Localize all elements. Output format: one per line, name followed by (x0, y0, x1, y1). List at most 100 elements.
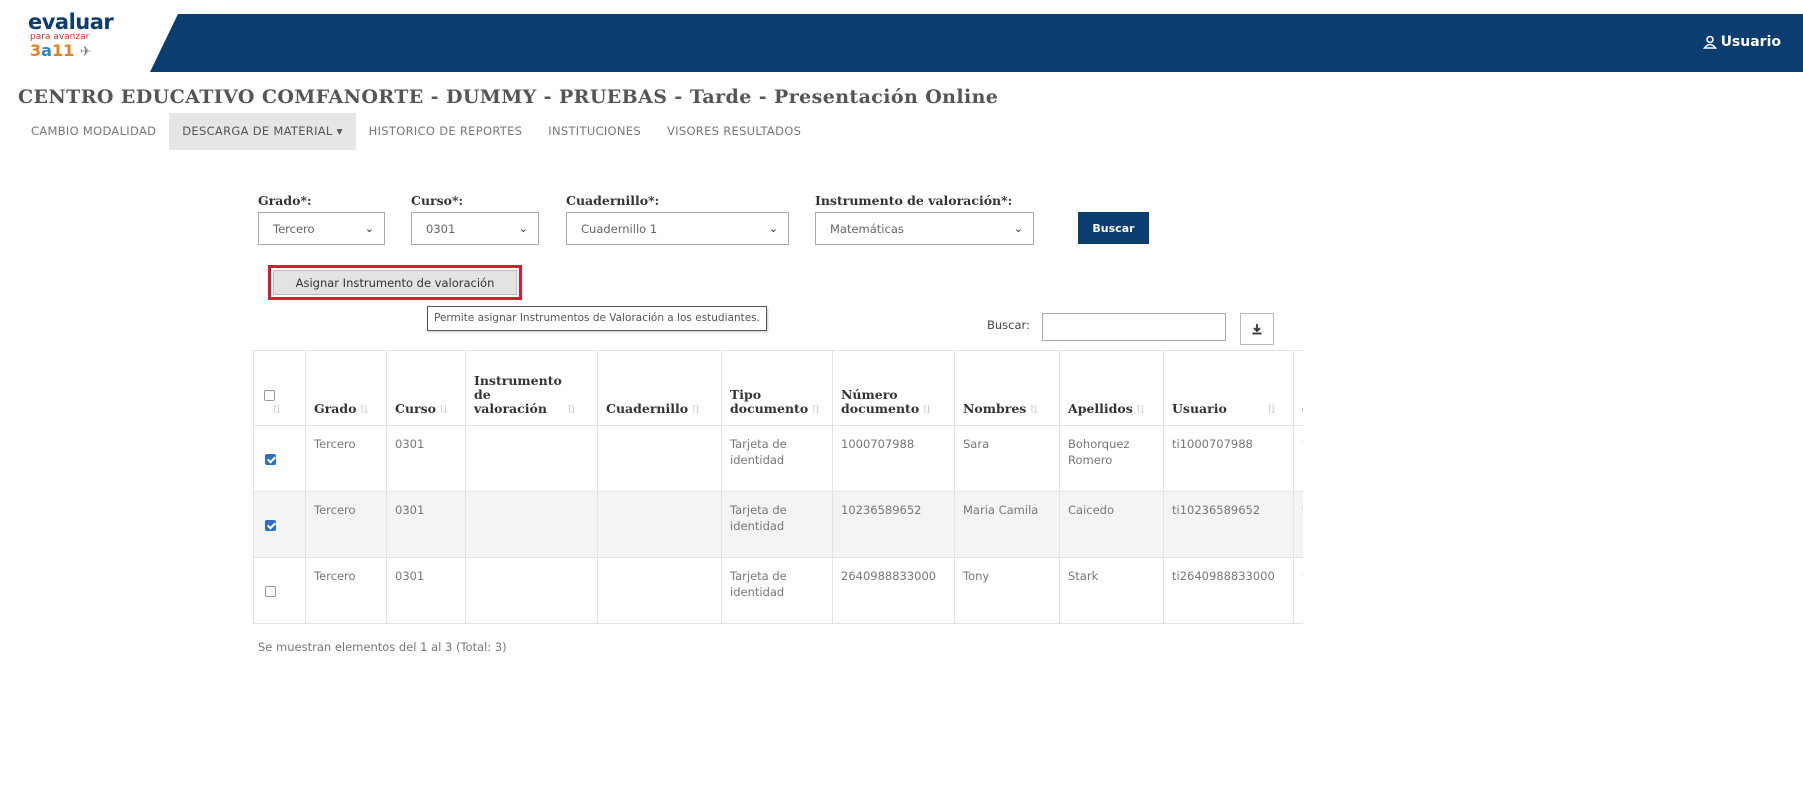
select-all-header: ⇅ (253, 350, 306, 426)
students-table: ⇅ Grado ⇅ Curso ⇅ Instrumento de valoración ⇅… (253, 350, 1303, 624)
table-row: Tercero 0301 Tarjeta de identidad 1000707… (253, 425, 1303, 492)
header-apellidos[interactable]: Apellidos ⇅ (1059, 350, 1164, 426)
nav-visores-resultados[interactable]: VISORES RESULTADOS (654, 113, 814, 150)
header-co[interactable]: Co (1293, 350, 1303, 426)
grado-value: Tercero (273, 221, 315, 236)
chevron-down-icon: ⌄ (364, 222, 374, 235)
cell-apellidos: Caicedo (1059, 491, 1164, 558)
cuadernillo-select[interactable]: Cuadernillo 1 ⌄ (566, 212, 789, 245)
cell-nombres: Sara (954, 425, 1060, 492)
cell-tipo-documento: Tarjeta de identidad (721, 557, 833, 624)
cell-nombres: Maria Camila (954, 491, 1060, 558)
cell-cuadernillo (597, 425, 722, 492)
sort-icon: ⇅ (691, 403, 701, 416)
user-menu[interactable]: Usuario (1702, 34, 1781, 50)
cell-grado: Tercero (305, 491, 387, 558)
grado-label: Grado*: (258, 193, 312, 208)
cell-curso: 0301 (386, 491, 466, 558)
curso-value: 0301 (426, 221, 456, 236)
header-curso[interactable]: Curso ⇅ (386, 350, 466, 426)
cell-usuario: ti10236589652 (1163, 491, 1294, 558)
row-checkbox[interactable] (265, 453, 276, 465)
header-tipo-documento[interactable]: Tipo documento ⇅ (721, 350, 833, 426)
curso-select[interactable]: 0301 ⌄ (411, 212, 539, 245)
table-row: Tercero 0301 Tarjeta de identidad 2640988… (253, 557, 1303, 624)
instrumento-value: Matemáticas (830, 221, 904, 236)
table-info: Se muestran elementos del 1 al 3 (Total:… (258, 640, 507, 654)
assign-instrument-button[interactable]: Asignar Instrumento de valoración (273, 270, 517, 295)
cell-numero-documento: 10236589652 (832, 491, 955, 558)
header-band (150, 14, 1803, 72)
sort-icon: ⇅ (359, 403, 369, 416)
nav-descarga-material[interactable]: DESCARGA DE MATERIAL ▾ (169, 113, 356, 150)
cell-cuadernillo (597, 491, 722, 558)
header-grado[interactable]: Grado ⇅ (305, 350, 387, 426)
row-checkbox[interactable] (265, 585, 276, 597)
cuadernillo-label: Cuadernillo*: (566, 193, 660, 208)
filter-instrumento: Instrumento de valoración*: Matemáticas … (815, 193, 1034, 245)
header-nombres[interactable]: Nombres ⇅ (954, 350, 1060, 426)
cell-grado: Tercero (305, 557, 387, 624)
cell-co: ti2 (1293, 557, 1303, 624)
filter-curso: Curso*: 0301 ⌄ (411, 193, 539, 245)
sort-icon: ⇅ (1135, 403, 1145, 416)
cell-grado: Tercero (305, 425, 387, 492)
cell-nombres: Tony (954, 557, 1060, 624)
nav-instituciones[interactable]: INSTITUCIONES (535, 113, 654, 150)
cell-apellidos: Bohorquez Romero (1059, 425, 1164, 492)
cell-curso: 0301 (386, 557, 466, 624)
nav-cambio-modalidad[interactable]: CAMBIO MODALIDAD (18, 113, 169, 150)
select-all-checkbox[interactable] (264, 390, 275, 401)
table-header-row: ⇅ Grado ⇅ Curso ⇅ Instrumento de valoración ⇅… (253, 350, 1303, 426)
cell-tipo-documento: Tarjeta de identidad (721, 491, 833, 558)
chevron-down-icon: ⌄ (518, 222, 528, 235)
cell-numero-documento: 2640988833000 (832, 557, 955, 624)
user-label: Usuario (1720, 34, 1781, 50)
app-logo[interactable]: evaluar para avanzar 3a11 ✈ (28, 12, 120, 70)
sort-icon: ⇅ (922, 403, 932, 416)
nav-historico-reportes[interactable]: HISTORICO DE REPORTES (356, 113, 536, 150)
top-header: evaluar para avanzar 3a11 ✈ Usuario (0, 0, 1803, 75)
cell-curso: 0301 (386, 425, 466, 492)
cell-usuario: ti2640988833000 (1163, 557, 1294, 624)
search-label: Buscar: (987, 318, 1030, 332)
cell-numero-documento: 1000707988 (832, 425, 955, 492)
paper-plane-icon: ✈ (79, 44, 92, 60)
sort-icon: ⇅ (1266, 403, 1277, 416)
header-usuario[interactable]: Usuario ⇅ (1163, 350, 1294, 426)
main-nav: CAMBIO MODALIDAD DESCARGA DE MATERIAL ▾ … (18, 113, 814, 150)
sort-icon: ⇅ (1029, 403, 1039, 416)
instrumento-label: Instrumento de valoración*: (815, 193, 1013, 208)
students-table-container: ⇅ Grado ⇅ Curso ⇅ Instrumento de valoración ⇅… (253, 350, 1303, 630)
row-select-cell (253, 557, 306, 624)
assign-highlight-frame: Asignar Instrumento de valoración (268, 265, 522, 300)
page-title: CENTRO EDUCATIVO COMFANORTE - DUMMY - PR… (18, 86, 999, 108)
row-select-cell (253, 425, 306, 492)
cell-cuadernillo (597, 557, 722, 624)
header-cuadernillo[interactable]: Cuadernillo ⇅ (597, 350, 722, 426)
sort-icon[interactable]: ⇅ (272, 403, 281, 416)
row-select-cell (253, 491, 306, 558)
chevron-down-icon: ⌄ (768, 222, 778, 235)
sort-icon: ⇅ (811, 403, 821, 416)
cell-instrumento (465, 425, 598, 492)
filter-cuadernillo: Cuadernillo*: Cuadernillo 1 ⌄ (566, 193, 789, 245)
curso-label: Curso*: (411, 193, 464, 208)
download-icon (1252, 324, 1262, 335)
assign-tooltip: Permite asignar Instrumentos de Valoraci… (427, 306, 767, 331)
sort-icon: ⇅ (439, 403, 449, 416)
buscar-button[interactable]: Buscar (1078, 212, 1149, 244)
logo-text-main: evaluar (28, 10, 114, 34)
table-row: Tercero 0301 Tarjeta de identidad 1023658… (253, 491, 1303, 558)
row-checkbox[interactable] (265, 519, 276, 531)
search-input[interactable] (1042, 313, 1226, 341)
grado-select[interactable]: Tercero ⌄ (258, 212, 385, 245)
instrumento-select[interactable]: Matemáticas ⌄ (815, 212, 1034, 245)
download-button[interactable] (1240, 313, 1274, 345)
cell-tipo-documento: Tarjeta de identidad (721, 425, 833, 492)
header-instrumento[interactable]: Instrumento de valoración ⇅ (465, 350, 598, 426)
cell-instrumento (465, 557, 598, 624)
cell-usuario: ti1000707988 (1163, 425, 1294, 492)
header-numero-documento[interactable]: Número documento ⇅ (832, 350, 955, 426)
sort-icon: ⇅ (566, 403, 577, 416)
